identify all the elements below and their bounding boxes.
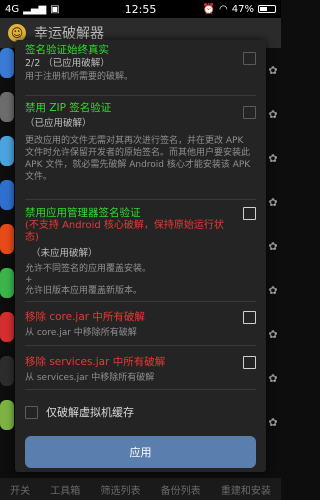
wifi-icon: ◠ (219, 3, 228, 15)
signal-label: 4G (5, 3, 20, 15)
paw-icon: ✿ (268, 371, 278, 385)
background-app-list (0, 48, 14, 468)
option-remove-core-jar-patches[interactable]: 移除 core.jar 中所有破解 从 core.jar 中移除所有破解 (25, 306, 256, 346)
option-checkbox[interactable] (243, 207, 256, 220)
option-status: 2/2 （已应用破解） (25, 58, 110, 69)
option-title: 移除 services.jar 中所有破解 (25, 356, 166, 368)
option-signature-always-true[interactable]: 签名验证始终真实 2/2 （已应用破解） 用于注册机所需要的破解。 (25, 44, 256, 96)
option-warning-note: (不支持 Android 核心破解，保持原始运行状态) (25, 220, 224, 243)
notification-icon: ▣ (50, 3, 60, 15)
signal-bars-icon: ▂▄▆ (23, 3, 47, 15)
apply-button[interactable]: 应用 (25, 436, 256, 468)
option-title: 禁用应用管理器签名验证 (25, 207, 141, 219)
option-checkbox[interactable] (243, 311, 256, 324)
tab-filter-list[interactable]: 筛选列表 (100, 482, 140, 497)
option-title: 签名验证始终真实 (25, 44, 109, 56)
status-bar: 4G ▂▄▆ ▣ 12:55 ⏰ ◠ 47% (0, 0, 281, 18)
option-title: 移除 core.jar 中所有破解 (25, 311, 145, 323)
paw-icon: ✿ (268, 327, 278, 341)
app-list-icon (0, 180, 14, 210)
app-list-icon (0, 268, 14, 298)
option-status: （未应用破解） (31, 248, 98, 259)
battery-icon (258, 5, 276, 13)
app-list-icon (0, 92, 14, 122)
option-checkbox[interactable] (243, 356, 256, 369)
option-disable-zip-signature[interactable]: 禁用 ZIP 签名验证 （已应用破解） 更改应用的文件无需对其再次进行签名，并在… (25, 98, 256, 200)
paw-icon: ✿ (268, 63, 278, 77)
paw-icon: ✿ (268, 195, 278, 209)
tab-switch[interactable]: 开关 (10, 482, 30, 497)
patch-options-dialog: 签名验证始终真实 2/2 （已应用破解） 用于注册机所需要的破解。 禁用 ZIP… (15, 40, 266, 472)
paw-icon: ✿ (268, 415, 278, 429)
bottom-tab-bar: 开关 工具箱 筛选列表 备份列表 重建和安装 (0, 478, 281, 500)
option-title: 禁用 ZIP 签名验证 (25, 102, 112, 114)
option-description: 更改应用的文件无需对其再次进行签名，并在更改 APK 文件时允许保留开发者的原始… (25, 136, 251, 182)
option-disable-pm-signature[interactable]: 禁用应用管理器签名验证 (不支持 Android 核心破解，保持原始运行状态) … (25, 202, 256, 302)
option-checkbox[interactable] (243, 106, 256, 119)
paw-icon: ✿ (268, 107, 278, 121)
option-description: 用于注册机所需要的破解。 (25, 72, 134, 82)
app-list-icon (0, 312, 14, 342)
vm-cache-checkbox[interactable] (25, 405, 38, 419)
app-list-icon (0, 356, 14, 386)
tab-backup-list[interactable]: 备份列表 (161, 482, 201, 497)
app-list-icon (0, 136, 14, 166)
paw-icon: ✿ (268, 283, 278, 297)
vm-cache-label: 仅破解虚拟机缓存 (46, 406, 134, 419)
option-description: 从 services.jar 中移除所有破解 (25, 373, 155, 383)
background-status-column: ✿ ✿ ✿ ✿ ✿ ✿ ✿ ✿ ✿ (265, 48, 281, 468)
app-list-icon (0, 48, 14, 78)
paw-icon: ✿ (268, 151, 278, 165)
option-checkbox[interactable] (243, 52, 256, 65)
paw-icon: ✿ (268, 239, 278, 253)
alarm-icon: ⏰ (202, 3, 216, 15)
tab-rebuild-install[interactable]: 重建和安装 (221, 482, 271, 497)
tab-toolbox[interactable]: 工具箱 (50, 482, 80, 497)
option-remove-services-jar-patches[interactable]: 移除 services.jar 中所有破解 从 services.jar 中移除… (25, 350, 256, 390)
app-list-icon (0, 224, 14, 254)
option-description: 允许不同签名的应用覆盖安装。 + 允许旧版本应用覆盖新版本。 (25, 264, 152, 296)
vm-cache-row[interactable]: 仅破解虚拟机缓存 (25, 404, 134, 420)
battery-percent: 47% (231, 3, 254, 15)
status-clock: 12:55 (124, 2, 157, 16)
option-description: 从 core.jar 中移除所有破解 (25, 328, 137, 338)
option-status: （已应用破解） (25, 118, 92, 129)
app-list-icon (0, 400, 14, 430)
